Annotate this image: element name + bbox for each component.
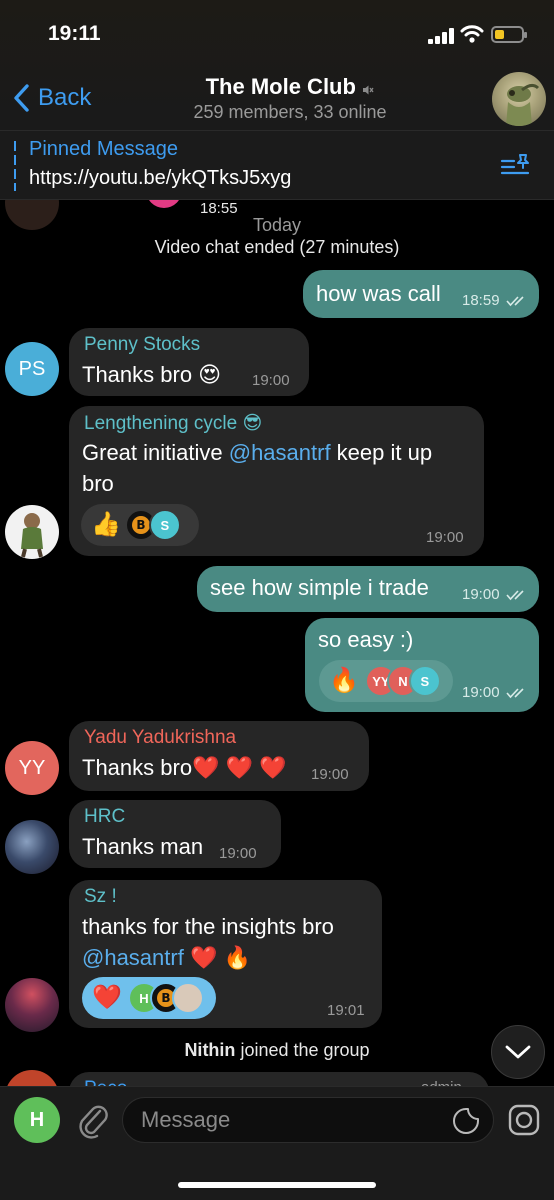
message-bubble-outgoing[interactable]: so easy :) 🔥 YY N S 19:00 [305,618,539,712]
message-bubble-outgoing[interactable]: how was call 18:59 [303,270,539,318]
pinned-text: https://youtu.be/ykQTksJ5xyg [29,167,292,189]
navbar: Back The Mole Club 259 members, 33 onlin… [0,70,554,128]
reaction-chip[interactable]: ❤️ H B [82,977,216,1019]
message-bubble-incoming[interactable]: Lengthening cycle 😎 Great initiative @ha… [69,406,484,556]
message-time: 18:59 [462,292,528,309]
message-input[interactable] [122,1097,494,1143]
reaction-avatar: S [408,665,441,697]
avatar-penny-stocks[interactable]: PS [5,342,59,396]
joined-user-name[interactable]: Nithin [184,1040,235,1060]
mention-link[interactable]: @hasantrf [229,440,331,465]
message-time: 19:00 [311,766,349,783]
svg-text:B: B [136,518,145,532]
message-time: 19:00 [462,684,528,701]
group-avatar[interactable] [492,72,546,126]
character-image-icon [21,513,43,558]
message-bubble-outgoing[interactable]: see how simple i trade 19:00 [197,566,539,612]
pin-list-icon[interactable] [500,151,532,179]
sticker-icon[interactable] [452,1107,480,1135]
camera-icon[interactable] [507,1103,541,1137]
sender-name[interactable]: HRC [84,806,125,828]
pinned-label: Pinned Message [29,138,178,160]
message-time: 19:00 [252,372,290,389]
message-bubble-incoming[interactable]: Penny Stocks Thanks bro 😍 19:00 [69,328,309,396]
signal-icon [428,28,454,44]
avatar[interactable] [5,1070,59,1086]
back-button[interactable]: Back [12,82,91,114]
chevron-down-icon [505,1045,531,1059]
paperclip-icon[interactable] [76,1099,108,1139]
message-list[interactable]: 18:55 Today Video chat ended (27 minutes… [0,200,554,1086]
chat-title: The Mole Club [205,74,356,99]
chat-title-area[interactable]: The Mole Club 259 members, 33 online [150,74,430,123]
partial-pink-avatar [146,200,182,208]
home-indicator [178,1182,376,1188]
message-time: 19:00 [426,529,464,546]
battery-icon [491,26,527,43]
mole-image-icon [506,83,540,126]
service-message-video-chat: Video chat ended (27 minutes) [154,237,400,257]
thumbs-up-icon: 👍 [91,511,121,538]
message-bubble-incoming[interactable]: Sz ! thanks for the insights bro @hasantr… [69,880,382,1028]
status-time: 19:11 [48,22,101,45]
message-text: Thanks bro❤️ ❤️ ❤️ [82,755,287,780]
double-check-icon [506,688,524,699]
message-text: so easy :) [318,627,414,652]
message-bubble-incoming[interactable]: Yadu Yadukrishna Thanks bro❤️ ❤️ ❤️ 19:0… [69,721,369,791]
message-text: how was call [316,281,441,306]
message-text: Thanks bro 😍 [82,362,222,387]
admin-badge: admin [421,1079,462,1086]
message-bubble-incoming[interactable]: HRC Thanks man 19:00 [69,800,281,868]
reaction-chip[interactable]: 🔥 YY N S [319,660,453,702]
avatar-yadu[interactable]: YY [5,741,59,795]
send-as-avatar[interactable]: H [14,1097,60,1143]
fire-icon: 🔥 [329,667,359,694]
photo-avatar-icon [171,982,204,1014]
sender-name[interactable]: Yadu Yadukrishna [84,727,236,749]
chevron-left-icon [14,84,29,112]
message-text: Thanks man [82,834,204,859]
service-message-join: Nithin joined the group [184,1040,370,1060]
reaction-chip[interactable]: 👍 B S [81,504,199,546]
sender-name[interactable]: Lengthening cycle 😎 [84,412,262,435]
heart-icon: ❤️ [92,984,122,1011]
double-check-icon [506,590,524,601]
avatar-hrc[interactable] [5,820,59,874]
reaction-avatar: S [148,509,181,541]
message-time: 19:00 [462,586,528,603]
avatar-sz[interactable] [5,978,59,1032]
sender-name[interactable]: Sz ! [84,886,117,908]
chat-subtitle: 259 members, 33 online [193,102,387,122]
sender-name[interactable]: Penny Stocks [84,334,200,356]
message-input-bar: H [0,1086,554,1200]
svg-text:B: B [161,991,170,1005]
sender-name[interactable]: Peco [84,1078,127,1086]
scroll-down-button[interactable] [491,1025,545,1079]
message-text: thanks for the insights bro @hasantrf ❤️ … [82,914,334,970]
mute-icon [363,85,374,95]
message-time: 19:00 [219,845,257,862]
double-check-icon [506,296,524,307]
message-text: see how simple i trade [210,575,429,600]
message-time: 19:01 [327,1002,365,1019]
mention-link[interactable]: @hasantrf [82,945,184,970]
avatar-lengthening-cycle[interactable] [5,505,59,559]
date-separator: Today [252,215,302,235]
message-bubble-incoming[interactable]: Peco admin [69,1072,489,1086]
wifi-icon [460,25,484,43]
chat-header: 19:11 Back The Mole Club 259 members, 33… [0,0,554,200]
status-bar: 19:11 [0,22,554,50]
back-label: Back [38,84,92,111]
message-text: Great initiative @hasantrf keep it up bro [82,440,433,496]
pinned-message-bar[interactable]: Pinned Message https://youtu.be/ykQTksJ5… [0,130,554,200]
